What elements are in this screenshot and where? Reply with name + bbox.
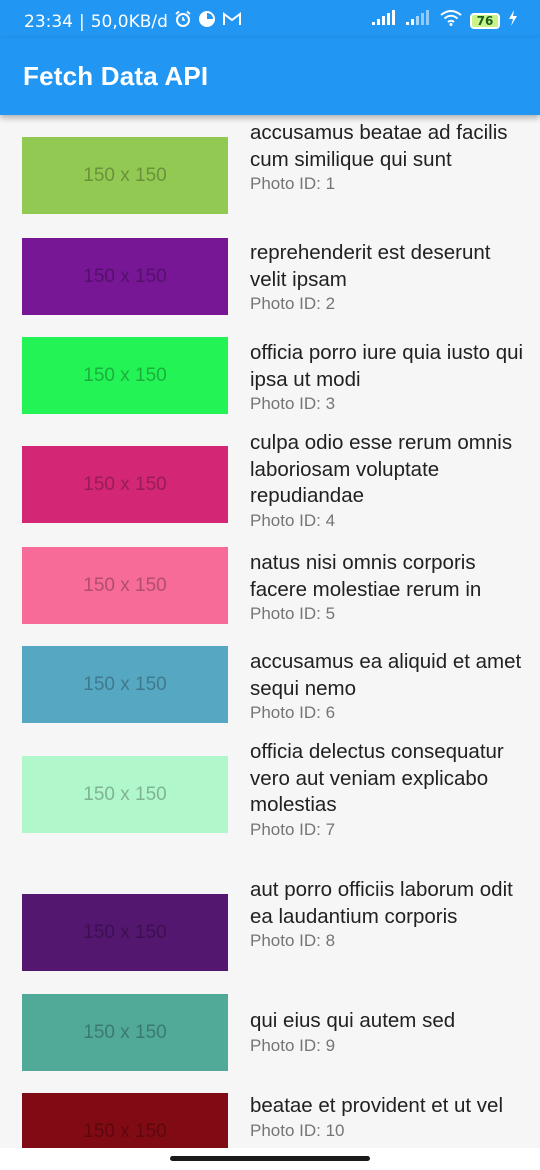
- home-indicator[interactable]: [170, 1156, 370, 1161]
- photo-title: accusamus beatae ad facilis cum similiqu…: [250, 121, 508, 171]
- photo-list-item[interactable]: 150 x 150 natus nisi omnis corporis face…: [0, 533, 540, 633]
- photo-title: beatae et provident et ut vel: [250, 1094, 504, 1117]
- photo-title: officia delectus consequatur vero aut ve…: [250, 740, 504, 816]
- photo-thumbnail: 150 x 150: [22, 137, 228, 214]
- photo-list-item[interactable]: 150 x 150 qui eius qui autem sed Photo I…: [0, 980, 540, 1090]
- photo-text: beatae et provident et ut vel Photo ID: …: [250, 1093, 525, 1142]
- photo-text: qui eius qui autem sed Photo ID: 9: [250, 1008, 525, 1057]
- signal-icon: [406, 10, 432, 31]
- photo-title: reprehenderit est deserunt velit ipsam: [250, 241, 491, 291]
- photo-id: Photo ID: 5: [250, 604, 336, 623]
- photo-text: culpa odio esse rerum omnis laboriosam v…: [250, 430, 525, 532]
- status-bar: 23:34 | 50,0KB/d 76: [0, 0, 540, 38]
- photo-id: Photo ID: 6: [250, 703, 336, 722]
- signal-icon: [372, 10, 398, 31]
- photo-text: accusamus ea aliquid et amet sequi nemo …: [250, 649, 525, 724]
- photo-id: Photo ID: 9: [250, 1035, 336, 1055]
- photo-list-item[interactable]: 150 x 150 officia delectus consequatur v…: [0, 733, 540, 868]
- status-time: 23:34: [24, 11, 73, 32]
- status-right: 76: [372, 10, 518, 31]
- photo-list-item[interactable]: 150 x 150 accusamus beatae ad facilis cu…: [0, 115, 540, 221]
- photo-id: Photo ID: 7: [250, 819, 336, 839]
- photo-text: officia porro iure quia iusto qui ipsa u…: [250, 340, 525, 415]
- photo-thumbnail: 150 x 150: [22, 337, 228, 414]
- photo-thumbnail: 150 x 150: [22, 646, 228, 723]
- app-bar: Fetch Data API: [0, 38, 540, 115]
- status-separator: |: [79, 11, 85, 32]
- photo-title: qui eius qui autem sed: [250, 1009, 456, 1032]
- photo-id: Photo ID: 8: [250, 931, 336, 950]
- photo-id: Photo ID: 3: [250, 394, 336, 413]
- charging-icon: [508, 10, 518, 31]
- photo-thumbnail: 150 x 150: [22, 994, 228, 1071]
- photo-title: aut porro officiis laborum odit ea lauda…: [250, 878, 513, 928]
- alarm-icon: [174, 10, 192, 33]
- photo-title: natus nisi omnis corporis facere molesti…: [250, 551, 482, 601]
- app-bar-title: Fetch Data API: [23, 61, 209, 91]
- photo-text: aut porro officiis laborum odit ea lauda…: [250, 877, 525, 952]
- photo-list-item[interactable]: 150 x 150 aut porro officiis laborum odi…: [0, 868, 540, 980]
- status-left: 23:34 | 50,0KB/d: [24, 10, 242, 33]
- photo-id: Photo ID: 1: [250, 174, 336, 193]
- photo-id: Photo ID: 4: [250, 510, 336, 530]
- photo-list-item[interactable]: 150 x 150 beatae et provident et ut vel …: [0, 1090, 540, 1148]
- photo-thumbnail: 150 x 150: [22, 894, 228, 971]
- photo-list-item[interactable]: 150 x 150 officia porro iure quia iusto …: [0, 321, 540, 421]
- photo-thumbnail: 150 x 150: [22, 1093, 228, 1148]
- photo-list[interactable]: 150 x 150 accusamus beatae ad facilis cu…: [0, 115, 540, 1148]
- photo-title: culpa odio esse rerum omnis laboriosam v…: [250, 431, 513, 507]
- wifi-icon: [440, 10, 462, 31]
- photo-title: accusamus ea aliquid et amet sequi nemo: [250, 650, 522, 700]
- pie-icon: [198, 10, 216, 33]
- battery-icon: 76: [470, 12, 500, 29]
- photo-text: accusamus beatae ad facilis cum similiqu…: [250, 120, 525, 195]
- photo-thumbnail: 150 x 150: [22, 547, 228, 624]
- photo-title: officia porro iure quia iusto qui ipsa u…: [250, 341, 524, 391]
- photo-id: Photo ID: 10: [250, 1120, 345, 1140]
- photo-list-item[interactable]: 150 x 150 accusamus ea aliquid et amet s…: [0, 633, 540, 733]
- status-network-speed: 50,0KB/d: [90, 11, 168, 32]
- photo-list-item[interactable]: 150 x 150 culpa odio esse rerum omnis la…: [0, 421, 540, 533]
- photo-thumbnail: 150 x 150: [22, 446, 228, 523]
- photo-text: officia delectus consequatur vero aut ve…: [250, 739, 525, 841]
- navigation-bar: [0, 1148, 540, 1170]
- gmail-icon: [222, 11, 242, 32]
- photo-thumbnail: 150 x 150: [22, 238, 228, 315]
- photo-thumbnail: 150 x 150: [22, 756, 228, 833]
- photo-list-item[interactable]: 150 x 150 reprehenderit est deserunt vel…: [0, 221, 540, 321]
- photo-id: Photo ID: 2: [250, 294, 336, 313]
- photo-text: natus nisi omnis corporis facere molesti…: [250, 550, 525, 625]
- photo-text: reprehenderit est deserunt velit ipsam P…: [250, 240, 525, 315]
